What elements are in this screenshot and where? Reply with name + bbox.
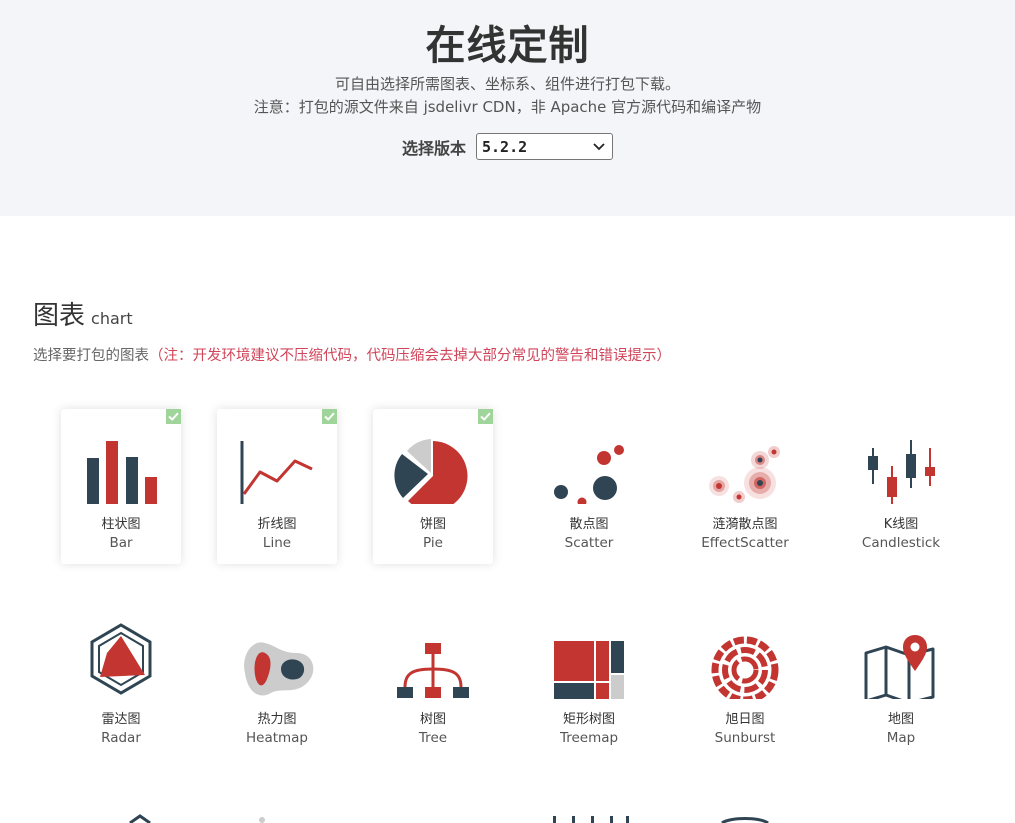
chart-card-label-en: Heatmap: [245, 730, 308, 746]
chart-card-label-zh: 折线图: [257, 517, 297, 532]
chart-card-heatmap[interactable]: 热力图 Heatmap: [217, 604, 337, 759]
chart-card-line[interactable]: 折线图 Line: [217, 409, 337, 564]
chart-card-label-zh: 饼图: [419, 517, 446, 532]
heatmap-icon: [237, 619, 317, 699]
chart-card-label-zh: 雷达图: [101, 712, 141, 727]
chart-card-sunburst[interactable]: 旭日图 Sunburst: [685, 604, 805, 759]
chart-card-label-en: Sunburst: [714, 730, 776, 746]
page-header: 在线定制 可自由选择所需图表、坐标系、组件进行打包下载。 注意：打包的源文件来自…: [0, 0, 1015, 216]
chart-card-candlestick[interactable]: K线图 Candlestick: [841, 409, 961, 564]
section-title-zh: 图表: [33, 301, 86, 331]
chart-card-scatter[interactable]: 散点图 Scatter: [529, 409, 649, 564]
version-selector-row: 选择版本 5.2.2: [0, 133, 1015, 160]
version-label: 选择版本: [401, 138, 466, 158]
chart-card-label-zh: 树图: [419, 712, 446, 727]
chart-card-label-en: Tree: [418, 730, 448, 746]
section-title-en: chart: [91, 309, 133, 328]
hint-warning: （注：开发环境建议不压缩代码，代码压缩会去掉大部分常见的警告和错误提示）: [149, 348, 671, 364]
chart-card-tree[interactable]: 树图 Tree: [373, 604, 493, 759]
chart-card-bar[interactable]: 柱状图 Bar: [61, 409, 181, 564]
check-icon: [322, 409, 337, 424]
chart-card-map[interactable]: 地图 Map: [841, 604, 961, 759]
effect-scatter-icon: [705, 424, 785, 504]
chart-card-label-en: Candlestick: [861, 535, 941, 551]
chart-card-label-zh: 矩形树图: [562, 712, 615, 727]
chart-card-label-en: Scatter: [564, 535, 614, 551]
bar-chart-icon: [81, 424, 161, 504]
tree-chart-icon: [393, 619, 473, 699]
chevron-down-icon: [593, 143, 605, 151]
page-note: 注意：打包的源文件来自 jsdelivr CDN，非 Apache 官方源代码和…: [253, 98, 762, 116]
pie-chart-icon: [393, 424, 473, 504]
chart-card-effect-scatter[interactable]: 涟漪散点图 EffectScatter: [685, 409, 805, 564]
chart-card-label-zh: 热力图: [257, 712, 297, 727]
chart-card-label-en: Line: [262, 535, 292, 551]
hint-text: 选择要打包的图表: [33, 348, 149, 364]
version-select[interactable]: 5.2.2: [476, 133, 613, 160]
check-icon: [166, 409, 181, 424]
chart-card-label-zh: 涟漪散点图: [712, 517, 778, 532]
next-row-icons-partial: [129, 814, 769, 823]
version-value: 5.2.2: [482, 137, 528, 156]
chart-card-label-en: Bar: [109, 535, 133, 551]
chart-card-radar[interactable]: 雷达图 Radar: [61, 604, 181, 759]
chart-card-label-en: Map: [886, 730, 916, 746]
candlestick-icon: [861, 424, 941, 504]
chart-card-label-zh: 旭日图: [725, 712, 765, 727]
chart-card-label-en: Pie: [423, 535, 443, 551]
scatter-chart-icon: [549, 424, 629, 504]
radar-chart-icon: [81, 619, 161, 699]
chart-card-label-en: Radar: [101, 730, 141, 746]
chart-card-label-zh: K线图: [883, 517, 919, 532]
map-icon: [861, 619, 941, 699]
chart-card-pie[interactable]: 饼图 Pie: [373, 409, 493, 564]
chart-card-label-zh: 地图: [887, 712, 914, 727]
line-chart-icon: [237, 424, 317, 504]
page-title: 在线定制: [425, 23, 590, 69]
chart-card-label-zh: 柱状图: [101, 517, 141, 532]
check-icon: [478, 409, 493, 424]
chart-card-label-en: Treemap: [559, 730, 619, 746]
chart-card-label-en: EffectScatter: [701, 535, 789, 551]
chart-card-treemap[interactable]: 矩形树图 Treemap: [529, 604, 649, 759]
section-title: 图表 chart: [33, 295, 133, 332]
chart-card-label-zh: 散点图: [569, 517, 609, 532]
page-description: 可自由选择所需图表、坐标系、组件进行打包下载。: [334, 75, 680, 93]
treemap-icon: [549, 619, 629, 699]
section-hint: 选择要打包的图表（注：开发环境建议不压缩代码，代码压缩会去掉大部分常见的警告和错…: [33, 346, 671, 366]
sunburst-icon: [705, 619, 785, 699]
